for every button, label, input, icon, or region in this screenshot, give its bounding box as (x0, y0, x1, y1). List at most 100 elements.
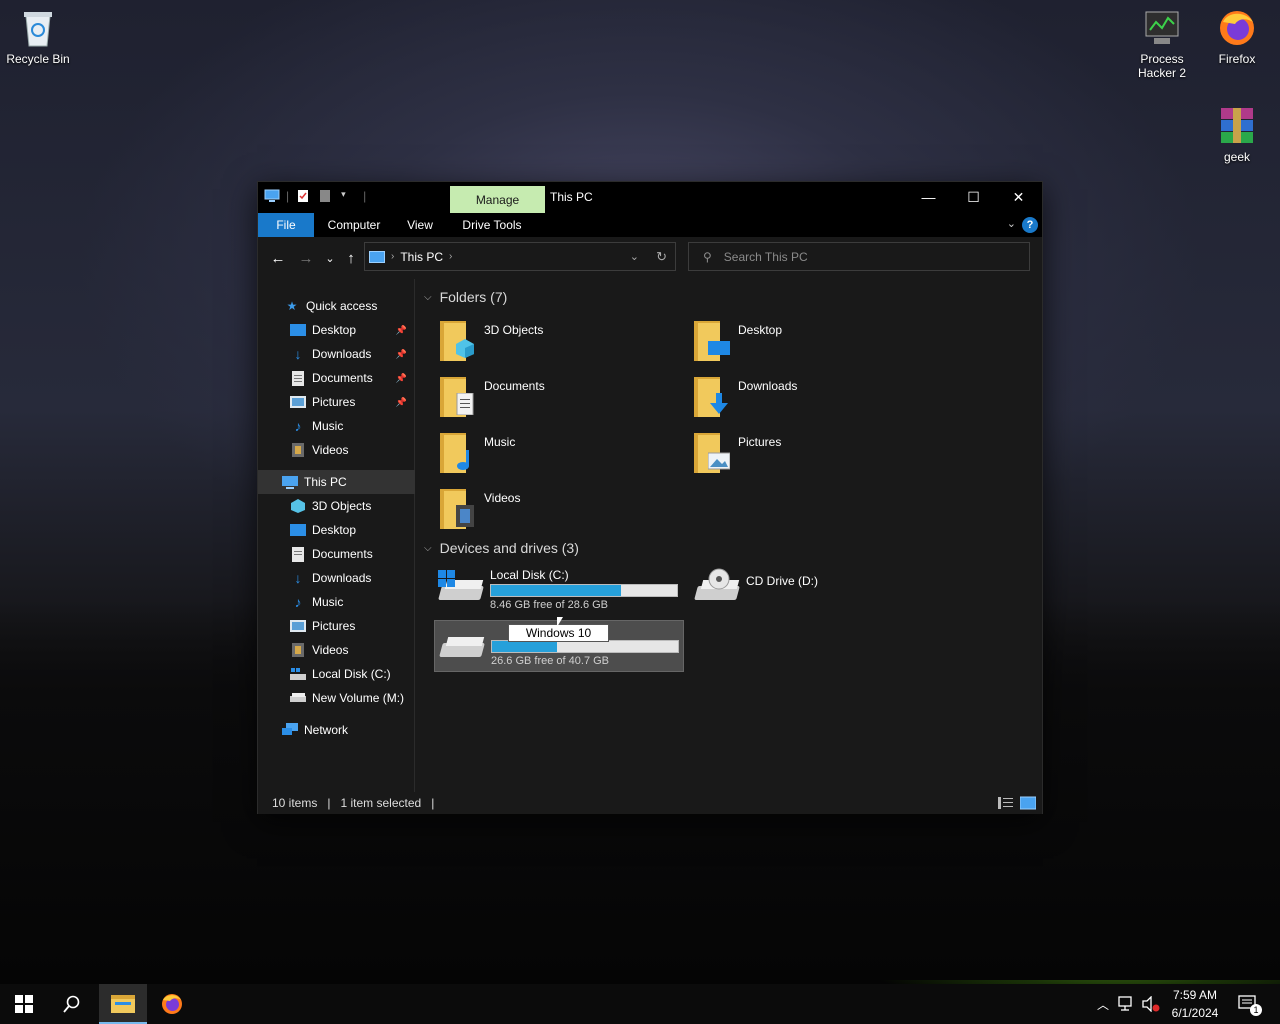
content-area: ⌵ Folders (7) 3D Objects Desktop Documen… (418, 279, 1042, 792)
show-hidden-icons-button[interactable]: ︿ (1094, 984, 1112, 1024)
nav-qa-desktop[interactable]: Desktop 📌 (258, 318, 415, 342)
recent-locations-button[interactable]: ⌄ (320, 248, 340, 268)
desktop-icon-geek[interactable]: geek (1199, 106, 1275, 164)
nav-pc-new-volume-m[interactable]: New Volume (M:) (258, 686, 415, 710)
navigation-bar: ← → ⌄ ↑ › This PC › ⌄ ↻ ⚲ Search This PC (258, 237, 1042, 279)
nav-pc-documents[interactable]: Documents (258, 542, 415, 566)
status-item-count: 10 items (272, 796, 318, 810)
details-view-icon[interactable] (998, 796, 1014, 810)
drives-group-header[interactable]: ⌵ Devices and drives (3) (424, 540, 579, 556)
nav-pc-downloads[interactable]: ↓ Downloads (258, 566, 415, 590)
title-bar[interactable]: | ▾ | Manage This PC — ☐ ✕ (258, 182, 1042, 213)
close-button[interactable]: ✕ (996, 182, 1041, 212)
start-button[interactable] (0, 984, 48, 1024)
clock-time: 7:59 AM (1172, 988, 1218, 1002)
volume-muted-icon[interactable] (1140, 984, 1162, 1024)
drive-new-volume-m[interactable]: 26.6 GB free of 40.7 GB Windows 10 (434, 620, 684, 672)
new-folder-icon[interactable] (319, 189, 333, 203)
tab-view[interactable]: View (398, 213, 442, 237)
address-history-dropdown-icon[interactable]: ⌄ (630, 250, 639, 263)
status-selection: 1 item selected (340, 796, 422, 810)
chevron-down-icon[interactable]: ⌵ (424, 543, 432, 554)
taskbar-file-explorer[interactable] (99, 984, 147, 1024)
chevron-down-icon[interactable]: ⌵ (424, 292, 432, 303)
network-status-icon[interactable] (1116, 984, 1138, 1024)
desktop-icon-process-hacker[interactable]: Process Hacker 2 (1124, 8, 1200, 80)
star-icon: ★ (286, 299, 298, 313)
folder-videos[interactable]: Videos (432, 485, 672, 537)
nav-qa-downloads[interactable]: ↓ Downloads 📌 (258, 342, 415, 366)
nav-this-pc[interactable]: This PC (258, 470, 415, 494)
taskbar-firefox[interactable] (148, 984, 196, 1024)
status-bar: 10 items | 1 item selected | (258, 792, 1042, 814)
pin-icon[interactable]: 📌 (396, 349, 407, 360)
drive-free-space: 26.6 GB free of 40.7 GB (491, 655, 610, 667)
folder-3d-objects-icon (440, 321, 474, 361)
drive-local-disk-c[interactable]: Local Disk (C:) 8.46 GB free of 28.6 GB (434, 564, 684, 616)
folder-downloads[interactable]: Downloads (686, 373, 926, 425)
nav-label: Pictures (312, 395, 356, 409)
folder-3d-objects[interactable]: 3D Objects (432, 317, 672, 369)
tab-file[interactable]: File (258, 213, 314, 237)
group-title: Folders (7) (439, 289, 508, 305)
search-button[interactable] (48, 984, 96, 1024)
nav-qa-videos[interactable]: Videos (258, 438, 415, 462)
nav-pc-music[interactable]: ♪ Music (258, 590, 415, 614)
videos-icon (290, 442, 306, 458)
address-bar[interactable]: › This PC › ⌄ ↻ (364, 242, 676, 271)
nav-network[interactable]: Network (258, 718, 415, 742)
tab-computer[interactable]: Computer (318, 213, 390, 237)
nav-pc-3d-objects[interactable]: 3D Objects (258, 494, 415, 518)
refresh-icon[interactable]: ↻ (656, 249, 667, 265)
folder-music[interactable]: Music (432, 429, 672, 481)
pin-icon[interactable]: 📌 (396, 325, 407, 336)
tab-manage[interactable]: Manage (450, 186, 545, 213)
large-icons-view-icon[interactable] (1019, 796, 1037, 810)
desktop-icon-label: Recycle Bin (6, 52, 70, 66)
breadcrumb-this-pc[interactable]: This PC (400, 250, 443, 264)
qat-dropdown-icon[interactable]: ▾ (341, 189, 355, 203)
action-center-button[interactable]: 1 (1236, 984, 1262, 1024)
folder-pictures[interactable]: Pictures (686, 429, 926, 481)
back-button[interactable]: ← (268, 248, 288, 268)
nav-pc-desktop[interactable]: Desktop (258, 518, 415, 542)
nav-qa-music[interactable]: ♪ Music (258, 414, 415, 438)
nav-qa-pictures[interactable]: Pictures 📌 (258, 390, 415, 414)
folders-group-header[interactable]: ⌵ Folders (7) (424, 289, 507, 305)
chevron-right-icon[interactable]: › (449, 251, 452, 262)
nav-pc-pictures[interactable]: Pictures (258, 614, 415, 638)
maximize-button[interactable]: ☐ (951, 182, 996, 212)
folder-desktop[interactable]: Desktop (686, 317, 926, 369)
pin-icon[interactable]: 📌 (396, 373, 407, 384)
drive-cd-d[interactable]: CD Drive (D:) (690, 564, 940, 616)
forward-button[interactable]: → (296, 248, 316, 268)
tab-drive-tools[interactable]: Drive Tools (454, 213, 530, 237)
nav-qa-documents[interactable]: Documents 📌 (258, 366, 415, 390)
expand-ribbon-icon[interactable]: ⌄ (1007, 217, 1016, 230)
nav-pc-local-disk-c[interactable]: Local Disk (C:) (258, 662, 415, 686)
folder-label: Pictures (738, 435, 782, 449)
nav-quick-access[interactable]: ★ Quick access (258, 294, 415, 318)
nav-label: Quick access (306, 299, 378, 313)
help-button[interactable]: ? (1022, 217, 1038, 233)
nav-label: Local Disk (C:) (312, 667, 391, 681)
minimize-button[interactable]: — (906, 182, 951, 212)
search-placeholder: Search This PC (723, 249, 808, 264)
properties-icon[interactable] (297, 189, 311, 203)
process-hacker-icon (1142, 8, 1182, 48)
network-icon (282, 722, 298, 738)
search-icon: ⚲ (703, 249, 712, 264)
pin-icon[interactable]: 📌 (396, 397, 407, 408)
downloads-icon: ↓ (294, 570, 302, 586)
chevron-right-icon[interactable]: › (391, 251, 394, 262)
clock[interactable]: 7:59 AM 6/1/2024 (1160, 986, 1230, 1022)
desktop-icon-recycle-bin[interactable]: Recycle Bin (0, 8, 76, 66)
nav-pc-videos[interactable]: Videos (258, 638, 415, 662)
nav-label: Desktop (312, 323, 357, 337)
desktop-icon-firefox[interactable]: Firefox (1199, 8, 1275, 66)
nav-label: Pictures (312, 619, 356, 633)
nav-label: This PC (304, 475, 347, 489)
folder-documents[interactable]: Documents (432, 373, 672, 425)
up-button[interactable]: ↑ (341, 248, 361, 268)
search-input[interactable]: ⚲ Search This PC (688, 242, 1030, 271)
